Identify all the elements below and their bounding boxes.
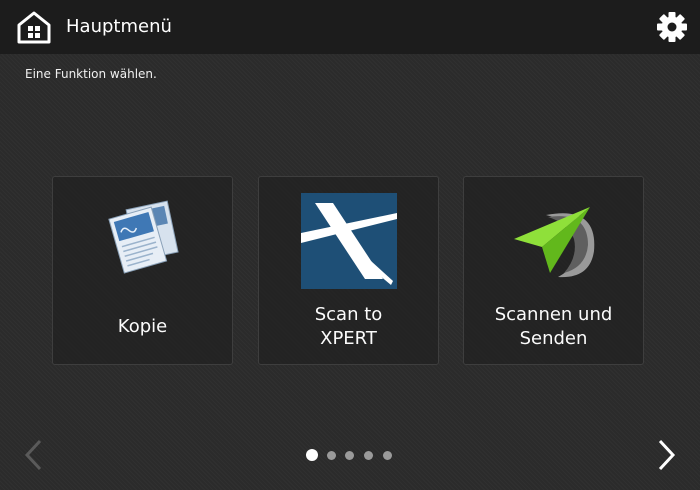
instruction-text: Eine Funktion wählen. bbox=[25, 67, 157, 81]
paper-plane-icon bbox=[506, 193, 602, 289]
tile-label: Scannen und Senden bbox=[494, 304, 613, 349]
home-button[interactable] bbox=[16, 9, 52, 45]
settings-button[interactable] bbox=[656, 11, 688, 43]
chevron-right-icon bbox=[658, 439, 676, 471]
page-dot[interactable] bbox=[364, 451, 373, 460]
next-page-button[interactable] bbox=[654, 438, 678, 472]
copy-documents-icon bbox=[95, 193, 191, 289]
tile-scan-and-send[interactable]: Scannen und Senden bbox=[463, 176, 644, 365]
page-dot-active[interactable] bbox=[306, 449, 318, 461]
tile-label: Kopie bbox=[117, 316, 168, 337]
tile-label: Scan to XPERT bbox=[314, 304, 383, 349]
tile-copy[interactable]: Kopie bbox=[52, 176, 233, 365]
page-dot[interactable] bbox=[345, 451, 354, 460]
home-icon bbox=[17, 11, 51, 44]
xpert-logo-icon bbox=[301, 193, 397, 289]
header-bar: Hauptmenü bbox=[0, 0, 700, 54]
chevron-left-icon bbox=[24, 439, 42, 471]
pagination-indicator bbox=[306, 449, 396, 463]
page-dot[interactable] bbox=[383, 451, 392, 460]
tile-scan-to-xpert[interactable]: Scan to XPERT bbox=[258, 176, 439, 365]
page-dot[interactable] bbox=[327, 451, 336, 460]
previous-page-button[interactable] bbox=[22, 438, 46, 472]
page-title: Hauptmenü bbox=[66, 16, 172, 37]
gear-icon bbox=[657, 12, 687, 42]
